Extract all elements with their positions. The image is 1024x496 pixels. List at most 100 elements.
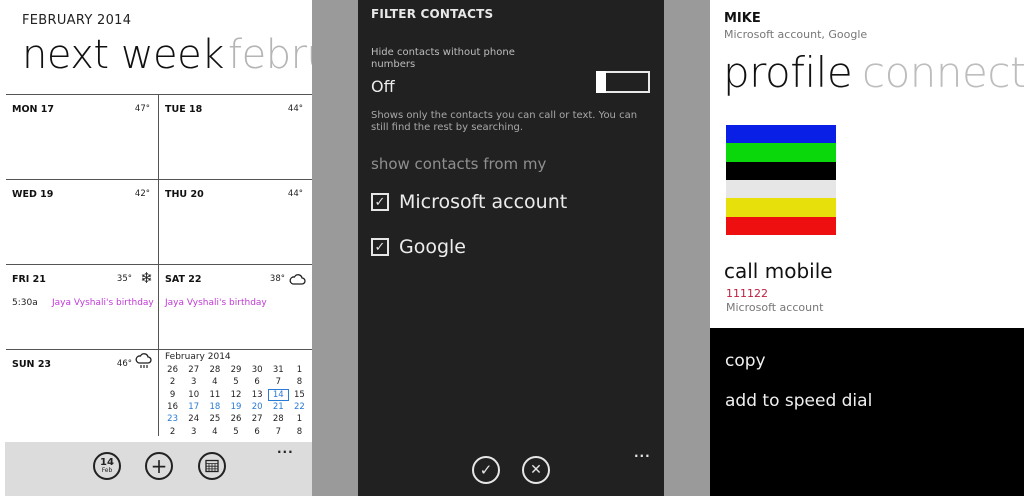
contact-photo[interactable] — [726, 125, 836, 235]
mini-calendar-date-this-week[interactable]: 19 — [225, 401, 246, 413]
phone-number: 111122 — [726, 287, 768, 300]
mini-calendar-date[interactable]: 15 — [289, 389, 310, 401]
day-label: THU 20 — [165, 189, 204, 200]
more-options-button[interactable]: ... — [634, 446, 651, 460]
mini-calendar-date-this-week[interactable]: 22 — [289, 401, 310, 413]
toggle-state-label: Off — [371, 77, 395, 96]
event-birthday[interactable]: Jaya Vyshali's birthday — [52, 298, 154, 308]
mini-calendar-date[interactable]: 28 — [268, 413, 289, 425]
microsoft-account-checkbox[interactable]: ✓ — [371, 193, 389, 211]
mini-calendar-date-this-week[interactable]: 18 — [204, 401, 225, 413]
rain-cloud-icon — [135, 353, 153, 375]
mini-calendar-date[interactable]: 6 — [247, 425, 268, 437]
mini-calendar-date[interactable]: 4 — [204, 425, 225, 437]
mini-calendar-date[interactable]: 24 — [183, 413, 204, 425]
more-options-button[interactable]: ... — [277, 442, 294, 456]
day-cell-thu-20[interactable]: THU 20 44° — [159, 180, 309, 264]
mini-calendar-date-this-week[interactable]: 21 — [268, 401, 289, 413]
day-cell-mon-17[interactable]: MON 17 47° — [6, 95, 156, 179]
mini-calendar-date[interactable]: 26 — [225, 413, 246, 425]
checkmark-icon: ✓ — [374, 194, 386, 210]
day-cell-tue-18[interactable]: TUE 18 44° — [159, 95, 309, 179]
cancel-button[interactable]: ✕ — [522, 456, 550, 484]
mini-calendar-date[interactable]: 2 — [162, 376, 183, 388]
month-header: FEBRUARY 2014 — [22, 13, 132, 28]
pivot-connect[interactable]: connect — [862, 48, 1024, 97]
mini-calendar-date[interactable]: 12 — [225, 389, 246, 401]
mini-calendar-date[interactable]: 1 — [289, 364, 310, 376]
day-cell-wed-19[interactable]: WED 19 42° — [6, 180, 156, 264]
context-menu: copy add to speed dial — [710, 328, 1024, 496]
call-mobile-action[interactable]: call mobile — [724, 259, 833, 283]
day-label: WED 19 — [12, 189, 54, 200]
mini-calendar-date[interactable]: 25 — [204, 413, 225, 425]
today-button[interactable]: 14 Feb — [93, 452, 121, 480]
account-row-microsoft[interactable]: ✓ Microsoft account — [371, 191, 567, 213]
mini-calendar-date[interactable]: 13 — [247, 389, 268, 401]
calendar-view-button[interactable] — [198, 452, 226, 480]
contact-name: MIKE — [724, 11, 761, 26]
pivot-february[interactable]: febru — [228, 32, 312, 78]
account-row-google[interactable]: ✓ Google — [371, 236, 466, 258]
done-button[interactable]: ✓ — [472, 456, 500, 484]
hide-no-phone-toggle[interactable] — [596, 71, 650, 93]
mini-calendar-date[interactable]: 7 — [268, 425, 289, 437]
mini-calendar-title: February 2014 — [165, 352, 231, 362]
mini-calendar-date[interactable]: 3 — [183, 425, 204, 437]
day-cell-fri-21[interactable]: FRI 21 35° ❄ 5:30a Jaya Vyshali's birthd… — [6, 265, 156, 349]
mini-calendar-date[interactable]: 30 — [247, 364, 268, 376]
mini-calendar-date[interactable]: 5 — [225, 376, 246, 388]
pivot-next-week[interactable]: next week — [22, 32, 224, 78]
hide-no-phone-label: Hide contacts without phone numbers — [371, 47, 515, 70]
mini-calendar-date-this-week[interactable]: 23 — [162, 413, 183, 425]
photo-stripe — [726, 143, 836, 162]
mini-calendar-today[interactable]: 14 — [267, 388, 289, 401]
calendar-grid-icon — [205, 459, 219, 473]
calendar-panel: FEBRUARY 2014 next week febru MON 17 47°… — [0, 0, 312, 496]
mini-calendar-date[interactable]: 28 — [204, 364, 225, 376]
plus-icon: + — [150, 454, 168, 478]
mini-calendar-date[interactable]: 9 — [162, 389, 183, 401]
checkmark-icon: ✓ — [374, 239, 386, 255]
snow-icon: ❄ — [140, 269, 153, 287]
mini-calendar-date[interactable]: 10 — [183, 389, 204, 401]
pivot-profile[interactable]: profile — [723, 48, 853, 97]
mini-calendar-date[interactable]: 8 — [289, 376, 310, 388]
account-label: Google — [399, 236, 467, 258]
mini-calendar-date[interactable]: 7 — [268, 376, 289, 388]
mini-calendar-date[interactable]: 27 — [183, 364, 204, 376]
mini-calendar-date[interactable]: 3 — [183, 376, 204, 388]
toggle-knob[interactable] — [596, 71, 606, 93]
mini-calendar-date[interactable]: 26 — [162, 364, 183, 376]
mini-calendar-date[interactable]: 27 — [247, 413, 268, 425]
mini-calendar-date[interactable]: 16 — [162, 401, 183, 413]
day-cell-sat-22[interactable]: SAT 22 38° Jaya Vyshali's birthday — [159, 265, 309, 349]
account-label: Microsoft account — [399, 191, 568, 213]
mini-calendar-date[interactable]: 1 — [289, 413, 310, 425]
mini-calendar-date[interactable]: 6 — [247, 376, 268, 388]
photo-stripe — [726, 198, 836, 217]
mini-calendar-date[interactable]: 2 — [162, 425, 183, 437]
day-label: TUE 18 — [165, 104, 203, 115]
mini-calendar-date-this-week[interactable]: 20 — [247, 401, 268, 413]
mini-calendar-date[interactable]: 11 — [204, 389, 225, 401]
mini-calendar-date[interactable]: 8 — [289, 425, 310, 437]
menu-item-copy[interactable]: copy — [725, 351, 766, 371]
day-cell-sun-23[interactable]: SUN 23 46° — [6, 350, 156, 434]
check-icon: ✓ — [479, 460, 493, 479]
mini-calendar-date[interactable]: 4 — [204, 376, 225, 388]
day-label: MON 17 — [12, 104, 55, 115]
filter-help-text: Shows only the contacts you can call or … — [371, 110, 638, 133]
mini-calendar-date[interactable]: 5 — [225, 425, 246, 437]
day-label: SUN 23 — [12, 359, 52, 370]
temperature: 46° — [116, 359, 132, 369]
add-event-button[interactable]: + — [145, 452, 173, 480]
mini-calendar-date[interactable]: 31 — [268, 364, 289, 376]
mini-month-calendar[interactable]: February 2014 26 27 28 29 30 31 1 2 3 4 … — [160, 352, 310, 438]
mini-calendar-date-this-week[interactable]: 17 — [183, 401, 204, 413]
event-birthday[interactable]: Jaya Vyshali's birthday — [165, 298, 267, 308]
mini-calendar-date[interactable]: 29 — [225, 364, 246, 376]
phone-source: Microsoft account — [726, 301, 824, 314]
google-checkbox[interactable]: ✓ — [371, 238, 389, 256]
menu-item-add-to-speed-dial[interactable]: add to speed dial — [725, 391, 872, 411]
